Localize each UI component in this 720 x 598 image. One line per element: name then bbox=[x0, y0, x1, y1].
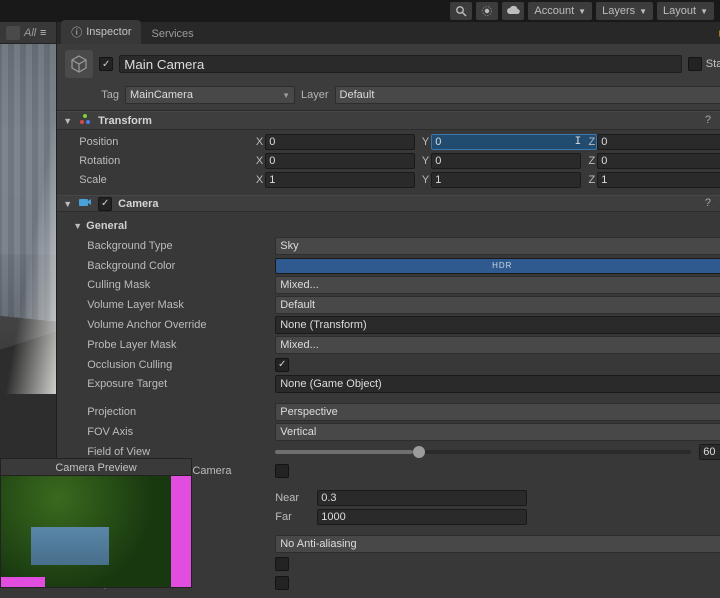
help-icon[interactable]: ? bbox=[705, 197, 711, 210]
rotation-z-input[interactable] bbox=[597, 153, 720, 169]
link-fov-checkbox[interactable] bbox=[275, 464, 289, 478]
camera-enabled-checkbox[interactable]: ✓ bbox=[98, 197, 112, 211]
main-toolbar: Account ▼ Layers ▼ Layout ▼ bbox=[0, 0, 720, 22]
text-cursor-icon: I bbox=[575, 136, 582, 148]
background-type-dropdown[interactable]: Sky▼ bbox=[275, 237, 720, 255]
clip-far-input[interactable] bbox=[317, 509, 527, 525]
post-aa-dropdown[interactable]: No Anti-aliasing▼ bbox=[275, 535, 720, 553]
scene-viewport[interactable] bbox=[0, 44, 56, 464]
search-icon[interactable] bbox=[450, 2, 472, 20]
lock-icon[interactable]: 🔒 bbox=[717, 25, 720, 38]
tab-inspector[interactable]: ⓘInspector bbox=[61, 20, 141, 44]
foldout-icon: ▼ bbox=[73, 221, 82, 231]
scale-x-input[interactable] bbox=[265, 172, 415, 188]
transform-body: Position X YI Z Rotation X Y Z Scale X bbox=[57, 130, 720, 195]
layer-label: Layer bbox=[301, 89, 329, 101]
clip-near-label: Near bbox=[275, 492, 309, 504]
foldout-icon: ▼ bbox=[63, 199, 72, 209]
clip-far-label: Far bbox=[275, 511, 309, 523]
layer-dropdown[interactable]: Default▼ bbox=[335, 86, 720, 104]
chevron-down-icon: ▼ bbox=[639, 7, 647, 16]
camera-preview-image bbox=[0, 476, 192, 588]
culling-mask-label: Culling Mask bbox=[63, 279, 275, 291]
layers-label: Layers bbox=[602, 5, 635, 17]
volume-layer-mask-label: Volume Layer Mask bbox=[63, 299, 275, 311]
gameobject-icon[interactable] bbox=[65, 50, 93, 78]
transform-title: Transform bbox=[98, 115, 699, 127]
clip-near-input[interactable] bbox=[317, 490, 527, 506]
camera-preview-title: Camera Preview bbox=[0, 458, 192, 476]
transform-component-header[interactable]: ▼ Transform ?⇅⋮ bbox=[57, 111, 720, 130]
layers-dropdown[interactable]: Layers ▼ bbox=[596, 2, 653, 20]
inspector-tabs: ⓘInspector Services 🔒⋮ bbox=[57, 22, 720, 44]
scene-panel: All ≡ Camera Preview bbox=[0, 22, 57, 588]
exposure-target-label: Exposure Target bbox=[63, 378, 275, 390]
camera-preview: Camera Preview bbox=[0, 458, 192, 588]
tag-label: Tag bbox=[101, 89, 119, 101]
background-color-label: Background Color bbox=[63, 260, 275, 272]
position-y-input[interactable] bbox=[431, 134, 596, 150]
camera-title: Camera bbox=[118, 198, 699, 210]
field-of-view-input[interactable] bbox=[699, 444, 720, 460]
rotation-x-input[interactable] bbox=[265, 153, 415, 169]
collab-icon[interactable] bbox=[476, 2, 498, 20]
stop-nans-checkbox[interactable] bbox=[275, 576, 289, 590]
foldout-icon: ▼ bbox=[63, 116, 72, 126]
probe-layer-mask-label: Probe Layer Mask bbox=[63, 339, 275, 351]
probe-layer-mask-dropdown[interactable]: Mixed...▼ bbox=[275, 336, 720, 354]
scale-label: Scale bbox=[63, 174, 253, 186]
scene-filter-label: All bbox=[24, 27, 36, 39]
chevron-down-icon: ▼ bbox=[700, 7, 708, 16]
tag-dropdown[interactable]: MainCamera▼ bbox=[125, 86, 295, 104]
gameobject-name-input[interactable] bbox=[119, 55, 682, 73]
position-label: Position bbox=[63, 136, 253, 148]
volume-anchor-override-field[interactable]: None (Transform) bbox=[275, 316, 720, 334]
position-z-input[interactable] bbox=[597, 134, 720, 150]
projection-dropdown[interactable]: Perspective▼ bbox=[275, 403, 720, 421]
volume-layer-mask-dropdown[interactable]: Default▼ bbox=[275, 296, 720, 314]
scale-y-input[interactable] bbox=[431, 172, 581, 188]
exposure-target-field[interactable]: None (Game Object) bbox=[275, 375, 720, 393]
layout-dropdown[interactable]: Layout ▼ bbox=[657, 2, 714, 20]
background-color-field[interactable]: HDR bbox=[275, 258, 720, 274]
static-label: Static bbox=[706, 58, 720, 70]
chevron-down-icon: ▼ bbox=[282, 91, 290, 100]
culling-mask-dropdown[interactable]: Mixed...▼ bbox=[275, 276, 720, 294]
chevron-down-icon: ▼ bbox=[578, 7, 586, 16]
shading-mode-button[interactable] bbox=[6, 26, 20, 40]
field-of-view-slider[interactable] bbox=[275, 450, 691, 454]
general-section-header[interactable]: ▼General bbox=[63, 216, 720, 236]
camera-icon bbox=[78, 196, 92, 211]
account-dropdown[interactable]: Account ▼ bbox=[528, 2, 592, 20]
volume-anchor-override-label: Volume Anchor Override bbox=[63, 319, 275, 331]
account-label: Account bbox=[534, 5, 574, 17]
background-type-label: Background Type bbox=[63, 240, 275, 252]
static-checkbox[interactable] bbox=[688, 57, 702, 71]
occlusion-culling-label: Occlusion Culling bbox=[63, 359, 275, 371]
rotation-label: Rotation bbox=[63, 155, 253, 167]
tab-services[interactable]: Services bbox=[141, 24, 203, 44]
scene-menu-icon[interactable]: ≡ bbox=[36, 26, 50, 40]
transform-icon bbox=[78, 112, 92, 129]
info-icon: ⓘ bbox=[71, 24, 82, 40]
help-icon[interactable]: ? bbox=[705, 114, 711, 127]
gameobject-header: ✓ Static ▼ bbox=[57, 44, 720, 84]
projection-label: Projection bbox=[63, 406, 275, 418]
gameobject-enabled-checkbox[interactable]: ✓ bbox=[99, 57, 113, 71]
tag-layer-row: Tag MainCamera▼ Layer Default▼ bbox=[57, 84, 720, 111]
position-x-input[interactable] bbox=[265, 134, 415, 150]
cloud-icon[interactable] bbox=[502, 2, 524, 20]
fov-axis-label: FOV Axis bbox=[63, 426, 275, 438]
scene-toolbar: All ≡ bbox=[0, 22, 56, 44]
camera-component-header[interactable]: ▼ ✓ Camera ?⇅⋮ bbox=[57, 195, 720, 212]
rotation-y-input[interactable] bbox=[431, 153, 581, 169]
dithering-checkbox[interactable] bbox=[275, 557, 289, 571]
occlusion-culling-checkbox[interactable]: ✓ bbox=[275, 358, 289, 372]
fov-axis-dropdown[interactable]: Vertical▼ bbox=[275, 423, 720, 441]
scale-z-input[interactable] bbox=[597, 172, 720, 188]
field-of-view-label: Field of View bbox=[63, 446, 275, 458]
layout-label: Layout bbox=[663, 5, 696, 17]
